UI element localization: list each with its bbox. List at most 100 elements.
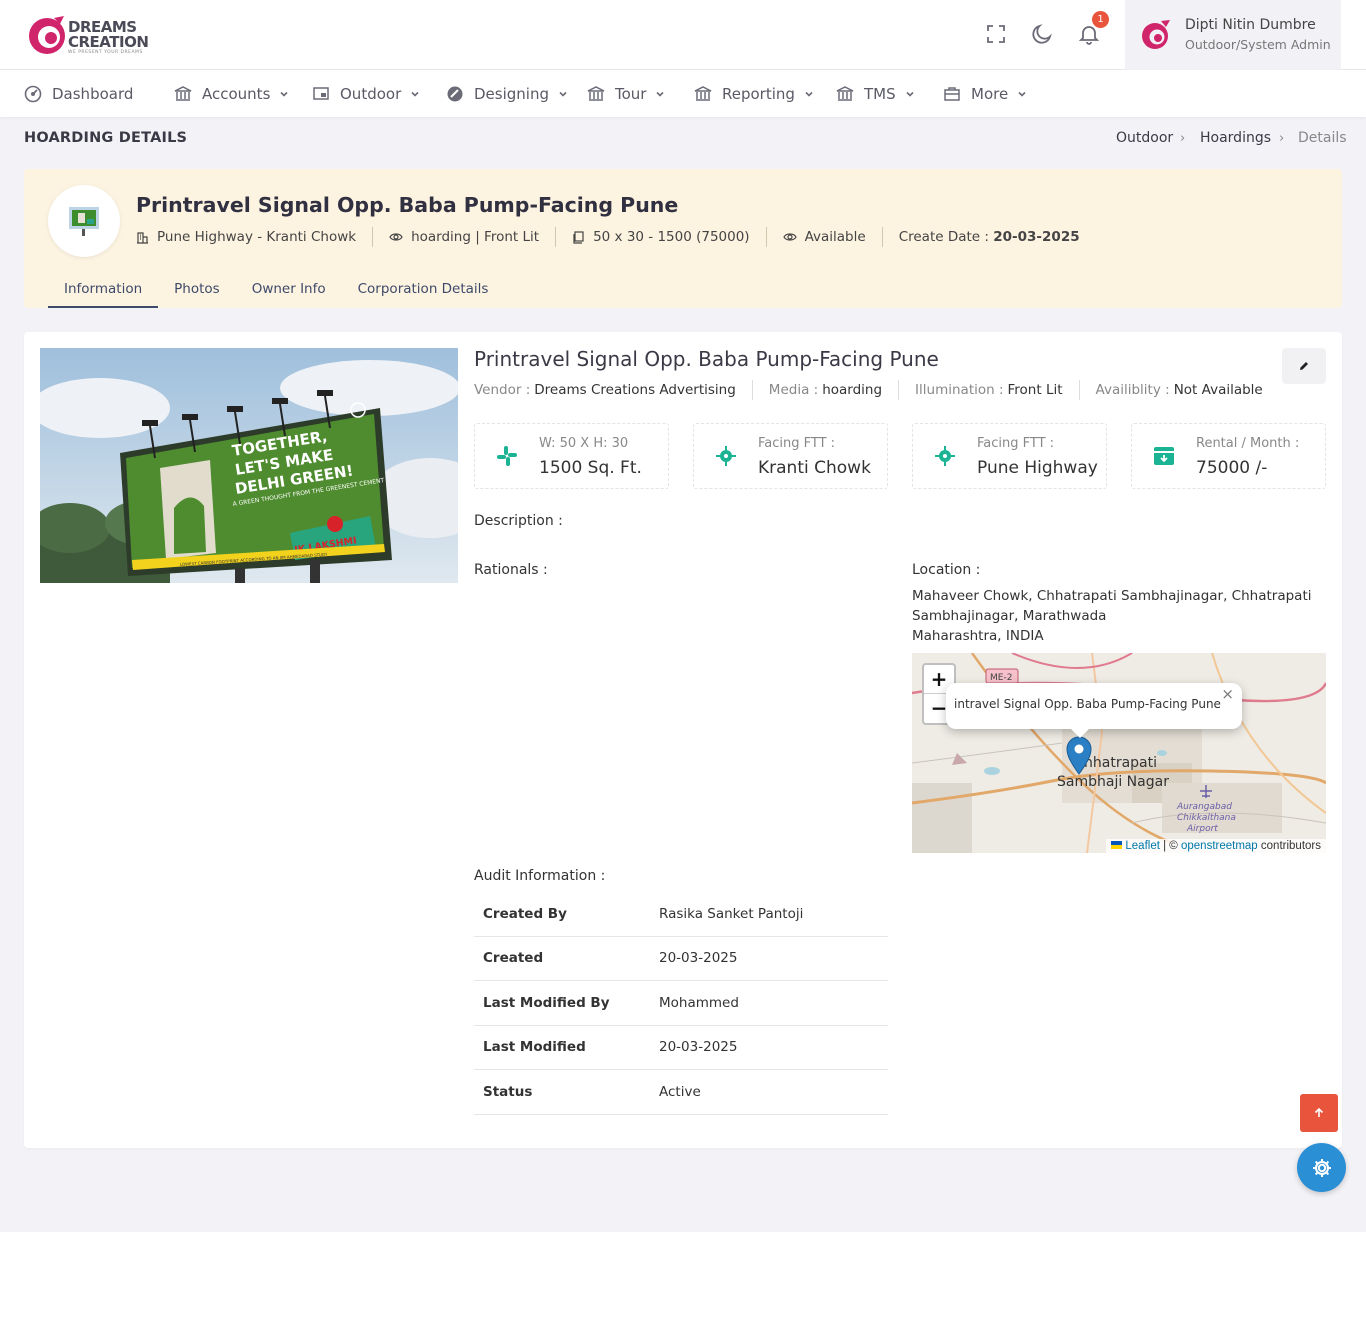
meta-status: Available: [765, 227, 882, 247]
gear-icon: [1312, 1158, 1331, 1177]
hoarding-title: Printravel Signal Opp. Baba Pump-Facing …: [136, 193, 679, 217]
stat-value: 1500 Sq. Ft.: [539, 458, 642, 478]
attr-label: Media :: [768, 382, 819, 398]
eye-icon: [389, 233, 403, 241]
tab-photos[interactable]: Photos: [158, 277, 236, 308]
map-popup: intravel Signal Opp. Baba Pump-Facing Pu…: [946, 683, 1242, 738]
attr-value: Dreams Creations Advertising: [534, 382, 736, 398]
stat-rental: Rental / Month : 75000 /-: [1131, 423, 1326, 489]
attr-value: Front Lit: [1007, 382, 1063, 398]
bank-icon: [174, 85, 192, 101]
hoarding-tabs: Information Photos Owner Info Corporatio…: [48, 277, 504, 308]
detail-attributes: Vendor : Dreams Creations Advertising Med…: [474, 380, 1279, 400]
meta-type: hoarding | Front Lit: [372, 227, 555, 247]
location-map[interactable]: ME-2 hhatrapati Sambhaji Nagar Aurangaba…: [912, 653, 1326, 853]
attr-availability: Availiblity : Not Available: [1078, 380, 1279, 400]
nav-more[interactable]: More: [943, 70, 1027, 117]
map-airport-label-1: Aurangabad: [1176, 802, 1232, 812]
meta-location-text: Pune Highway - Kranti Chowk: [157, 229, 357, 245]
copy-icon: [573, 230, 584, 244]
breadcrumb-hoardings[interactable]: Hoardings: [1200, 130, 1271, 146]
attr-value: Not Available: [1173, 382, 1263, 398]
nav-label: More: [971, 84, 1009, 103]
nav-tour[interactable]: Tour: [587, 70, 665, 117]
meta-type-text: hoarding | Front Lit: [411, 229, 540, 245]
nav-dashboard[interactable]: Dashboard: [24, 70, 133, 117]
stat-facing-1: Facing FTT : Kranti Chowk: [693, 423, 888, 489]
design-icon: [447, 86, 463, 101]
stat-facing-2: Facing FTT : Pune Highway: [912, 423, 1107, 489]
attr-label: Availiblity :: [1095, 382, 1170, 398]
leaflet-link[interactable]: Leaflet: [1125, 840, 1160, 852]
meta-size-text: 50 x 30 - 1500 (75000): [593, 229, 750, 245]
audit-key: Created By: [483, 905, 567, 922]
breadcrumb-outdoor[interactable]: Outdoor: [1116, 130, 1173, 146]
theme-settings-button[interactable]: [1297, 1143, 1346, 1192]
building-icon: [137, 231, 148, 244]
openstreetmap-link[interactable]: openstreetmap: [1181, 840, 1258, 852]
location-address: Mahaveer Chowk, Chhatrapati Sambhajinaga…: [912, 586, 1326, 646]
table-row: Last Modified By Mohammed: [474, 981, 888, 1026]
arrow-up-icon: [1314, 1107, 1324, 1117]
stat-area: W: 50 X H: 30 1500 Sq. Ft.: [474, 423, 669, 489]
user-profile-menu[interactable]: Dipti Nitin Dumbre Outdoor/System Admin: [1125, 0, 1341, 70]
slack-icon: [497, 446, 517, 466]
brand-tagline: WE PRESENT YOUR DREAMS: [68, 50, 143, 55]
tab-information[interactable]: Information: [48, 277, 159, 308]
attr-value: hoarding: [822, 382, 883, 398]
audit-value: 20-03-2025: [659, 950, 738, 967]
nav-accounts[interactable]: Accounts: [174, 70, 289, 117]
audit-value: 20-03-2025: [659, 1039, 738, 1056]
fullscreen-icon[interactable]: [984, 22, 1008, 46]
nav-reporting[interactable]: Reporting: [694, 70, 814, 117]
map-airport-label-3: Airport: [1186, 824, 1218, 834]
nav-outdoor[interactable]: Outdoor: [312, 70, 420, 117]
chevron-down-icon: [280, 91, 288, 97]
user-role: Outdoor/System Admin: [1185, 37, 1331, 52]
hoarding-photo[interactable]: TOGETHER, LET'S MAKE DELHI GREEN! A GREE…: [40, 348, 458, 583]
table-row: Status Active: [474, 1070, 888, 1115]
map-city-label-1: hhatrapati: [1084, 755, 1157, 771]
breadcrumb-chevron-icon: ›: [1279, 131, 1285, 146]
detail-title: Printravel Signal Opp. Baba Pump-Facing …: [474, 347, 939, 371]
tab-owner-info[interactable]: Owner Info: [236, 277, 342, 308]
logo-swirl-icon: [29, 16, 65, 54]
close-icon[interactable]: ×: [1221, 685, 1234, 703]
stat-value: Pune Highway: [977, 458, 1098, 478]
nav-designing[interactable]: Designing: [446, 70, 568, 117]
billboard-thumbnail-icon: [69, 207, 99, 236]
nav-label: Tour: [615, 84, 647, 103]
create-date-value: 20-03-2025: [993, 229, 1080, 245]
top-bar: DREAMS CREATION WE PRESENT YOUR DREAMS 1 …: [0, 0, 1366, 70]
table-row: Created By Rasika Sanket Pantoji: [474, 892, 888, 937]
map-airport-label-2: Chikkalthana: [1177, 813, 1236, 823]
tab-corporation-details[interactable]: Corporation Details: [342, 277, 505, 308]
outdoor-icon: [313, 86, 329, 100]
archive-icon: [1154, 447, 1174, 465]
eye-icon: [782, 233, 797, 241]
brand-name: DREAMS CREATION: [68, 18, 149, 51]
meta-location: Pune Highway - Kranti Chowk: [136, 227, 372, 247]
edit-button[interactable]: [1282, 348, 1326, 384]
attr-illumination: Illumination : Front Lit: [898, 380, 1078, 400]
audit-value: Mohammed: [659, 994, 739, 1011]
scroll-to-top-button[interactable]: [1300, 1094, 1338, 1132]
nav-label: Designing: [474, 84, 549, 103]
billboard-image: TOGETHER, LET'S MAKE DELHI GREEN! A GREE…: [40, 348, 458, 583]
attr-label: Illumination :: [915, 382, 1004, 398]
meta-create-date: Create Date : 20-03-2025: [881, 227, 1096, 247]
briefcase-icon: [944, 86, 960, 101]
chevron-down-icon: [411, 91, 419, 97]
stat-value: Kranti Chowk: [758, 458, 871, 478]
brand-logo[interactable]: DREAMS CREATION WE PRESENT YOUR DREAMS: [28, 14, 158, 58]
stat-label: Facing FTT :: [758, 436, 836, 451]
audit-table: Created By Rasika Sanket Pantoji Created 2…: [474, 892, 888, 1115]
dark-mode-moon-icon[interactable]: [1030, 22, 1054, 46]
rationals-label: Rationals :: [474, 562, 548, 578]
chevron-down-icon: [805, 91, 813, 97]
breadcrumb-chevron-icon: ›: [1180, 131, 1186, 146]
map-city-label-2: Sambhaji Nagar: [1057, 774, 1169, 790]
user-name: Dipti Nitin Dumbre: [1185, 17, 1316, 33]
nav-tms[interactable]: TMS: [836, 70, 915, 117]
nav-label: Outdoor: [340, 84, 402, 103]
